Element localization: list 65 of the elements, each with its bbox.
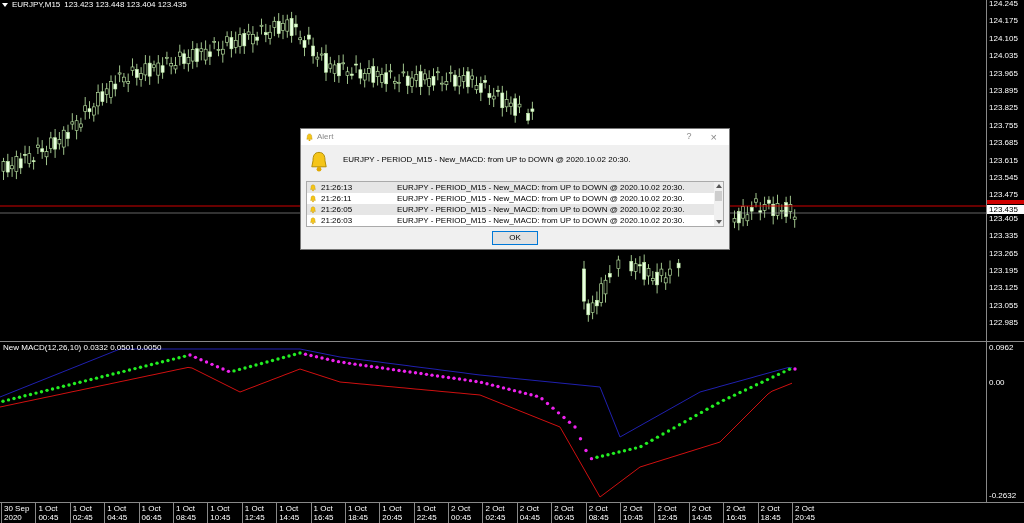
time-label: 1 Oct 10:45 — [210, 504, 232, 522]
alert-text: EURJPY - PERIOD_M15 - New_MACD: from UP to DOWN @ 2020.10.02 20:30. — [397, 203, 685, 216]
symbol-label: EURJPY,M15 — [12, 1, 61, 9]
price-tick: 123.055 — [989, 301, 1018, 310]
alert-time: 21:26:13 — [321, 181, 353, 194]
indicator-tick: -0.2632 — [989, 492, 1017, 500]
alert-message: EURJPY - PERIOD_M15 - New_MACD: from UP to DOWN @ 2020.10.02 20:30. — [343, 154, 631, 166]
time-label: 2 Oct 04:45 — [519, 504, 541, 522]
time-label: 30 Sep 2020 — [4, 504, 31, 522]
price-tick: 123.545 — [989, 174, 1018, 182]
price-tick: 123.125 — [989, 284, 1018, 293]
time-label: 2 Oct 12:45 — [657, 504, 679, 522]
time-label: 2 Oct 00:45 — [451, 504, 473, 522]
time-label: 2 Oct 06:45 — [554, 504, 576, 522]
time-label: 2 Oct 18:45 — [760, 504, 782, 522]
alert-time: 21:26:03 — [321, 214, 353, 227]
price-tick: 123.475 — [989, 191, 1018, 200]
price-tick: 123.895 — [989, 87, 1018, 95]
time-label: 1 Oct 20:45 — [382, 504, 404, 522]
price-tick: 124.105 — [989, 34, 1018, 43]
help-button[interactable]: ? — [678, 130, 700, 144]
time-label: 1 Oct 04:45 — [107, 504, 129, 522]
alert-text: EURJPY - PERIOD_M15 - New_MACD: from UP to DOWN @ 2020.10.02 20:30. — [397, 181, 685, 194]
window-title: Alert — [317, 131, 334, 143]
alert-text: EURJPY - PERIOD_M15 - New_MACD: from UP to DOWN @ 2020.10.02 20:30. — [397, 192, 685, 205]
price-tick: 123.685 — [989, 139, 1018, 148]
time-label: 2 Oct 02:45 — [485, 504, 507, 522]
time-label: 1 Oct 08:45 — [175, 504, 197, 522]
time-label: 2 Oct 16:45 — [726, 504, 748, 522]
price-tick: 123.335 — [989, 232, 1018, 241]
price-tick: 123.265 — [989, 249, 1018, 258]
time-label: 1 Oct 22:45 — [416, 504, 438, 522]
indicator-label: New MACD(12,26,10) 0.0332 0.0501 0.0050 — [3, 344, 162, 352]
alert-text: EURJPY - PERIOD_M15 - New_MACD: from UP to DOWN @ 2020.10.02 20:30. — [397, 214, 685, 227]
price-tick: 122.985 — [989, 319, 1018, 328]
price-tick: 124.175 — [989, 17, 1018, 26]
current-price-tag: 123.435 — [987, 205, 1024, 214]
price-tick: 124.245 — [989, 0, 1018, 8]
time-label: 1 Oct 18:45 — [347, 504, 369, 522]
time-label: 1 Oct 06:45 — [141, 504, 163, 522]
alert-row[interactable]: 21:26:13 EURJPY - PERIOD_M15 - New_MACD: from UP to DOWN @ 2020.10.02 20:30. — [307, 182, 714, 193]
time-label: 2 Oct 10:45 — [623, 504, 645, 522]
price-tick: 123.195 — [989, 267, 1018, 275]
close-button[interactable]: × — [702, 131, 725, 143]
time-label: 2 Oct 08:45 — [588, 504, 610, 522]
alert-time: 21:26:11 — [321, 192, 352, 205]
time-label: 2 Oct 20:45 — [795, 504, 816, 522]
alert-row[interactable]: 21:26:05 EURJPY - PERIOD_M15 - New_MACD: from UP to DOWN @ 2020.10.02 20:30. — [307, 204, 714, 215]
ohlc-values: 123.423 123.448 123.404 123.435 — [64, 1, 187, 9]
time-label: 1 Oct 12:45 — [244, 504, 266, 522]
time-label: 1 Oct 02:45 — [72, 504, 94, 522]
price-tick: 123.405 — [989, 214, 1018, 223]
price-tick: 124.035 — [989, 52, 1018, 61]
time-label: 1 Oct 14:45 — [279, 504, 301, 522]
price-tick: 123.615 — [989, 156, 1018, 165]
time-label: 2 Oct 14:45 — [691, 504, 713, 522]
price-tick: 123.755 — [989, 121, 1018, 130]
indicator-tick: 0.00 — [989, 379, 1005, 387]
price-tick: 123.825 — [989, 104, 1018, 113]
ok-button[interactable]: OK — [492, 231, 538, 245]
price-tick: 123.965 — [989, 69, 1018, 78]
time-label: 1 Oct 16:45 — [313, 504, 335, 522]
time-label: 1 Oct 00:45 — [38, 504, 60, 522]
indicator-tick: 0.0962 — [989, 344, 1014, 352]
alert-time: 21:26:05 — [321, 203, 353, 216]
